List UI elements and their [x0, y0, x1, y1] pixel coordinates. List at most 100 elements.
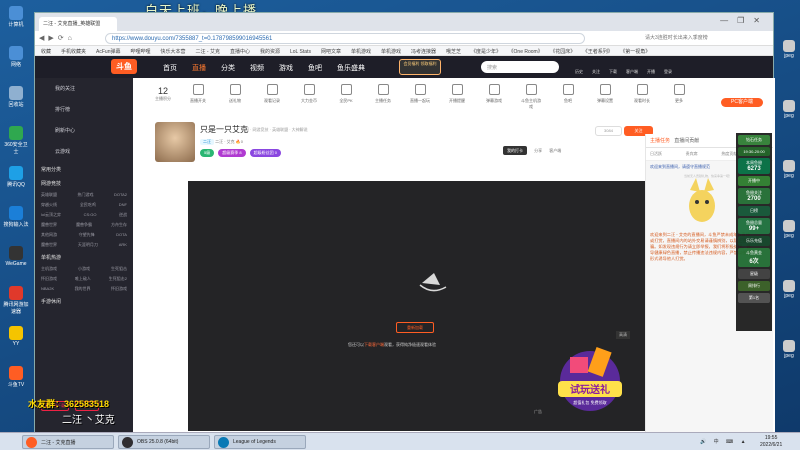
sidebar-category[interactable]: 穿越火线	[41, 202, 57, 208]
sidebar-category[interactable]: DOTA	[116, 232, 127, 238]
streamer-avatar[interactable]	[155, 122, 195, 162]
bookmark-item[interactable]: AcFun弹幕	[96, 49, 120, 55]
streamer-badge[interactable]: 超级赛季 8	[218, 149, 246, 157]
bookmark-item[interactable]: 我的资源	[260, 49, 280, 55]
nav-item[interactable]: 鱼乐盛典	[337, 65, 365, 72]
streamer-badge[interactable]: 超级粉丝团 0	[249, 149, 281, 157]
sidebar-category[interactable]: 怀旧游戏	[111, 286, 127, 292]
desktop-icon[interactable]: 搜狗输入法	[3, 206, 29, 228]
client-link[interactable]: 客户端	[549, 148, 561, 153]
bookmark-item[interactable]: 《王者系列》	[585, 49, 613, 55]
desktop-icon[interactable]: WeGame	[3, 246, 29, 267]
bookmark-item[interactable]: 网吧文章	[321, 49, 341, 55]
header-icon-label[interactable]: 开播	[647, 69, 655, 74]
tab-contrib[interactable]: 直播间贡献	[674, 138, 699, 144]
function-icon[interactable]: 开播提醒	[446, 84, 468, 104]
douyu-logo[interactable]: 斗鱼	[111, 59, 137, 74]
sidebar-item[interactable]: 刷新中心	[35, 120, 133, 141]
quality-label[interactable]: 高清	[616, 331, 630, 339]
bookmark-item[interactable]: 手机收藏夹	[61, 49, 86, 55]
download-client-link[interactable]: 下载客户端	[364, 342, 384, 347]
video-player[interactable]: 重新加载 您还可以下载客户端观看，获得纯净极速观看体验 高清 试玩送礼 超值礼包…	[188, 181, 670, 431]
bookmark-item[interactable]: LoL Stats	[290, 49, 311, 55]
bookmark-item[interactable]: 快乐大本营	[161, 49, 186, 55]
chat-subtab[interactable]: 日活跃	[650, 151, 662, 157]
bookmark-item[interactable]: 直播中心	[230, 49, 250, 55]
sidebar-category[interactable]: NBA2K	[41, 286, 54, 292]
bookmark-item[interactable]: 二汪 - 艾克	[196, 49, 220, 55]
sidebar-category[interactable]: 热门游戏	[77, 192, 93, 198]
bookmark-item[interactable]: 收藏	[41, 49, 51, 55]
browser-tab[interactable]: 二汪 - 艾克直播_英雄联盟	[39, 17, 117, 31]
bookmark-item[interactable]: 《度是少年》	[471, 49, 501, 55]
sidebar-item[interactable]: 排行榜	[35, 99, 133, 120]
function-icon[interactable]: 主播任务	[372, 84, 394, 104]
nav-item[interactable]: 首页	[163, 65, 177, 72]
header-icon-label[interactable]: 历史	[575, 69, 583, 74]
promo-button[interactable]: 会员福利 领取福利	[399, 59, 441, 75]
function-icon[interactable]: 更多	[668, 84, 690, 104]
sidebar-category[interactable]: ARK	[119, 242, 127, 248]
nav-item[interactable]: 鱼吧	[308, 65, 322, 72]
sidebar-category[interactable]: 英雄联盟	[41, 192, 57, 198]
chat-subtab[interactable]: 贵宾席	[686, 151, 698, 157]
desktop-icon[interactable]: 网络	[3, 46, 29, 68]
sidebar-category[interactable]: DNF	[119, 202, 127, 208]
streamer-badge[interactable]: 5级	[200, 149, 215, 157]
nav-item[interactable]: 视频	[250, 65, 264, 72]
window-controls[interactable]: —❐✕	[720, 16, 769, 25]
sidebar-category[interactable]: 其他网游	[41, 232, 57, 238]
sidebar-category[interactable]: 魔兽世界	[41, 242, 57, 248]
sidebar-category[interactable]: 主机游戏	[41, 266, 57, 272]
sidebar-category[interactable]: 小游戏	[78, 266, 90, 272]
pc-client-button[interactable]: PC客户端	[721, 98, 763, 107]
function-icon[interactable]: 弹幕设置	[594, 84, 616, 104]
clock[interactable]: 19:55 2022/6/21	[760, 435, 782, 449]
sidebar-category[interactable]: 魔兽争霸	[76, 222, 92, 228]
dark-button[interactable]: 我的打卡	[503, 146, 527, 155]
gift-ad-banner[interactable]: 试玩送礼 超值礼包 免费领取	[550, 341, 630, 419]
sidebar-category[interactable]: 唯上敌人	[75, 276, 91, 282]
sidebar-category[interactable]: 怀旧游戏	[41, 276, 57, 282]
desktop-icon[interactable]: 腾讯QQ	[3, 166, 29, 188]
system-tray[interactable]: 🔊 中 ⌨ ▲	[700, 438, 749, 445]
url-input[interactable]: https://www.douyu.com/7355887_t=0.178798…	[105, 33, 585, 44]
sidebar-item[interactable]: 云游戏	[35, 141, 133, 162]
desktop-icon[interactable]: 斗鱼TV	[3, 366, 29, 388]
header-icon-label[interactable]: 客户端	[626, 69, 638, 74]
sidebar-category[interactable]: 逆战	[119, 212, 127, 218]
desktop-file-icon[interactable]: jpeg	[778, 100, 800, 119]
sidebar-category[interactable]: 全民吃鸡	[80, 202, 96, 208]
sidebar-category[interactable]: CS:GO	[84, 212, 97, 218]
share-link[interactable]: 分享	[534, 148, 542, 153]
sidebar-item[interactable]: 我的关注	[35, 78, 133, 99]
chat-subtab[interactable]: 热度贡献	[721, 151, 737, 157]
taskbar-item[interactable]: 二汪 - 艾克直播	[22, 435, 114, 449]
sidebar-category[interactable]: lol云顶之弈	[41, 212, 61, 218]
sidebar-category[interactable]: 天涯明月刀	[78, 242, 98, 248]
sidebar-category[interactable]: 生死狙击	[111, 266, 127, 272]
function-icon[interactable]: 观看记录	[261, 84, 283, 104]
sidebar-category[interactable]: DOTA2	[114, 192, 127, 198]
bookmark-item[interactable]: 哦芝芝	[446, 49, 461, 55]
desktop-file-icon[interactable]: jpeg	[778, 220, 800, 239]
desktop-icon[interactable]: 腾讯网游加速器	[3, 286, 29, 315]
bookmark-item[interactable]: 冯考连接器	[411, 49, 436, 55]
bookmark-item[interactable]: 《One Room》	[511, 49, 543, 55]
function-icon[interactable]: 大力金币	[298, 84, 320, 104]
nav-buttons[interactable]: ◀▶⟳⌂	[39, 34, 76, 42]
header-icon-label[interactable]: 关注	[592, 69, 600, 74]
bookmark-item[interactable]: 《第一视角》	[623, 49, 651, 55]
desktop-file-icon[interactable]: jpeg	[778, 160, 800, 179]
taskbar-item[interactable]: OBS 25.0.8 (64bit)	[118, 435, 210, 449]
sidebar-category[interactable]: 我的世界	[75, 286, 91, 292]
sidebar-category[interactable]: 魔兽世界	[41, 222, 57, 228]
function-icon[interactable]: 直播一起玩	[409, 84, 431, 104]
bookmark-item[interactable]: 《花园床》	[553, 49, 576, 55]
desktop-icon[interactable]: 计算机	[3, 6, 29, 28]
desktop-icon[interactable]: 回收站	[3, 86, 29, 108]
function-icon[interactable]: 全民PK	[335, 84, 357, 104]
nav-item[interactable]: 游戏	[279, 65, 293, 72]
desktop-icon[interactable]: 360安全卫士	[3, 126, 29, 155]
function-icon[interactable]: 观看时长	[631, 84, 653, 104]
